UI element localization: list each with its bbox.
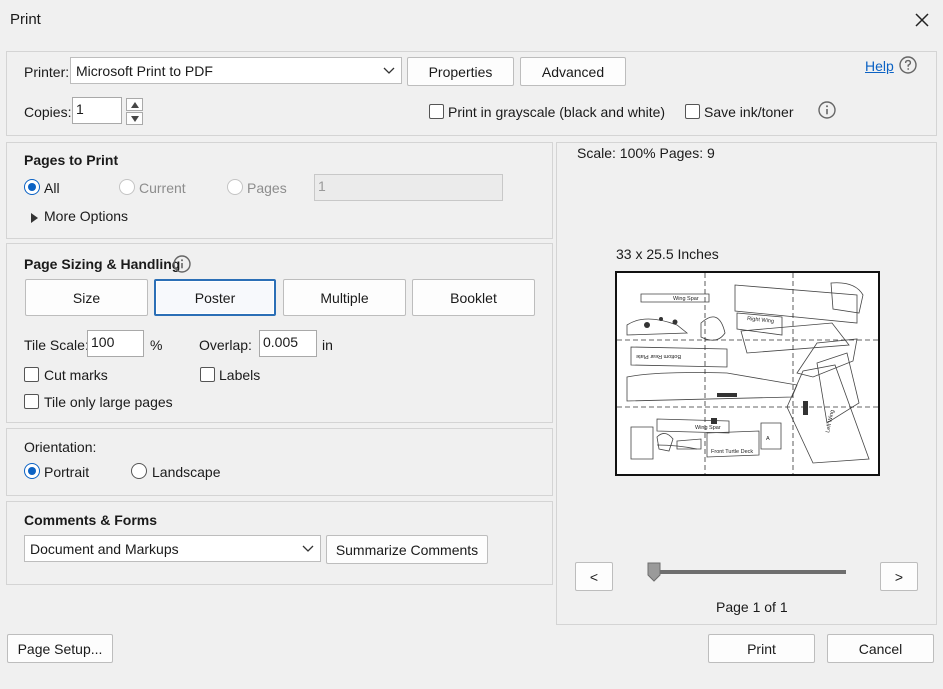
- overlap-unit: in: [322, 337, 333, 353]
- info-icon[interactable]: [173, 255, 191, 273]
- all-pages-radio[interactable]: [24, 179, 40, 195]
- landscape-radio[interactable]: [131, 463, 147, 479]
- pages-to-print-heading: Pages to Print: [24, 152, 119, 168]
- part-label-front-turtle-deck: Front Turtle Deck: [711, 449, 753, 455]
- page-indicator: Page 1 of 1: [716, 599, 788, 615]
- triangle-right-icon[interactable]: [31, 210, 39, 223]
- tile-large-pages-checkbox[interactable]: [24, 394, 39, 409]
- cut-marks-checkbox[interactable]: [24, 367, 39, 382]
- page-range-input[interactable]: 1: [314, 174, 503, 201]
- overlap-input[interactable]: 0.005: [259, 330, 317, 357]
- grayscale-checkbox[interactable]: [429, 104, 444, 119]
- page-slider-thumb[interactable]: [647, 562, 661, 582]
- part-label-a: A: [766, 436, 770, 442]
- current-page-label: Current: [139, 180, 186, 196]
- chevron-down-icon: [383, 67, 395, 74]
- page-sizing-heading: Page Sizing & Handling: [24, 256, 181, 272]
- info-icon[interactable]: [818, 101, 836, 119]
- multiple-button[interactable]: Multiple: [283, 279, 406, 316]
- portrait-label: Portrait: [44, 464, 90, 480]
- page-range-radio[interactable]: [227, 179, 243, 195]
- more-options-toggle[interactable]: More Options: [44, 208, 128, 224]
- orientation-heading: Orientation:: [24, 439, 97, 455]
- printer-selected-value: Microsoft Print to PDF: [76, 62, 213, 79]
- page-setup-button[interactable]: Page Setup...: [7, 634, 113, 663]
- question-circle-icon[interactable]: [899, 56, 917, 74]
- tile-scale-input[interactable]: 100: [87, 330, 144, 357]
- next-page-button[interactable]: >: [880, 562, 918, 591]
- save-ink-label: Save ink/toner: [704, 104, 794, 120]
- tile-large-pages-label: Tile only large pages: [44, 394, 173, 410]
- overlap-label: Overlap:: [199, 337, 252, 353]
- grayscale-label: Print in grayscale (black and white): [448, 104, 666, 120]
- previous-page-button[interactable]: <: [575, 562, 613, 591]
- landscape-label: Landscape: [152, 464, 221, 480]
- size-button[interactable]: Size: [25, 279, 148, 316]
- poster-tiles-preview: Wing Spar Right Wing Bottom Rear Plate W…: [617, 273, 878, 474]
- page-slider-track[interactable]: [658, 570, 846, 574]
- summarize-comments-button[interactable]: Summarize Comments: [326, 535, 488, 564]
- window-title: Print: [10, 11, 41, 28]
- labels-checkbox[interactable]: [200, 367, 215, 382]
- comments-forms-select[interactable]: Document and Markups: [24, 535, 321, 562]
- title-bar: [0, 0, 943, 40]
- all-pages-label: All: [44, 180, 60, 196]
- poster-button[interactable]: Poster: [154, 279, 276, 316]
- chevron-down-icon: [130, 115, 139, 122]
- copies-input[interactable]: 1: [72, 97, 122, 124]
- save-ink-checkbox[interactable]: [685, 104, 700, 119]
- labels-label: Labels: [219, 367, 261, 383]
- comments-forms-heading: Comments & Forms: [24, 512, 158, 528]
- part-label-bottom-rear-plate: Bottom Rear Plate: [636, 353, 681, 359]
- booklet-button[interactable]: Booklet: [412, 279, 535, 316]
- part-label-left-wing: Left Wing: [825, 409, 836, 433]
- tile-scale-label: Tile Scale:: [24, 337, 89, 353]
- chevron-down-icon: [302, 545, 314, 552]
- copies-decrement-button[interactable]: [126, 112, 143, 125]
- preview-scale-text: Scale: 100% Pages: 9: [577, 145, 715, 161]
- portrait-radio[interactable]: [24, 463, 40, 479]
- page-range-label: Pages: [247, 180, 287, 196]
- help-link[interactable]: Help: [865, 58, 894, 74]
- cut-marks-label: Cut marks: [44, 367, 108, 383]
- tile-scale-unit: %: [150, 337, 163, 353]
- part-label-wing-spar-2: Wing Spar: [695, 425, 721, 431]
- advanced-button[interactable]: Advanced: [520, 57, 626, 86]
- cancel-button[interactable]: Cancel: [827, 634, 934, 663]
- part-label-wing-spar: Wing Spar: [673, 296, 699, 302]
- close-icon[interactable]: [910, 8, 934, 32]
- printer-select[interactable]: Microsoft Print to PDF: [70, 57, 402, 84]
- copies-label: Copies:: [24, 104, 72, 120]
- printer-label: Printer:: [24, 64, 70, 80]
- page-preview: Wing Spar Right Wing Bottom Rear Plate W…: [615, 271, 880, 476]
- chevron-up-icon: [130, 101, 139, 108]
- current-page-radio[interactable]: [119, 179, 135, 195]
- copies-increment-button[interactable]: [126, 98, 143, 111]
- preview-size-text: 33 x 25.5 Inches: [616, 246, 719, 262]
- properties-button[interactable]: Properties: [407, 57, 514, 86]
- comments-forms-selected-value: Document and Markups: [30, 540, 179, 557]
- part-label-right-wing: Right Wing: [747, 316, 774, 325]
- print-button[interactable]: Print: [708, 634, 815, 663]
